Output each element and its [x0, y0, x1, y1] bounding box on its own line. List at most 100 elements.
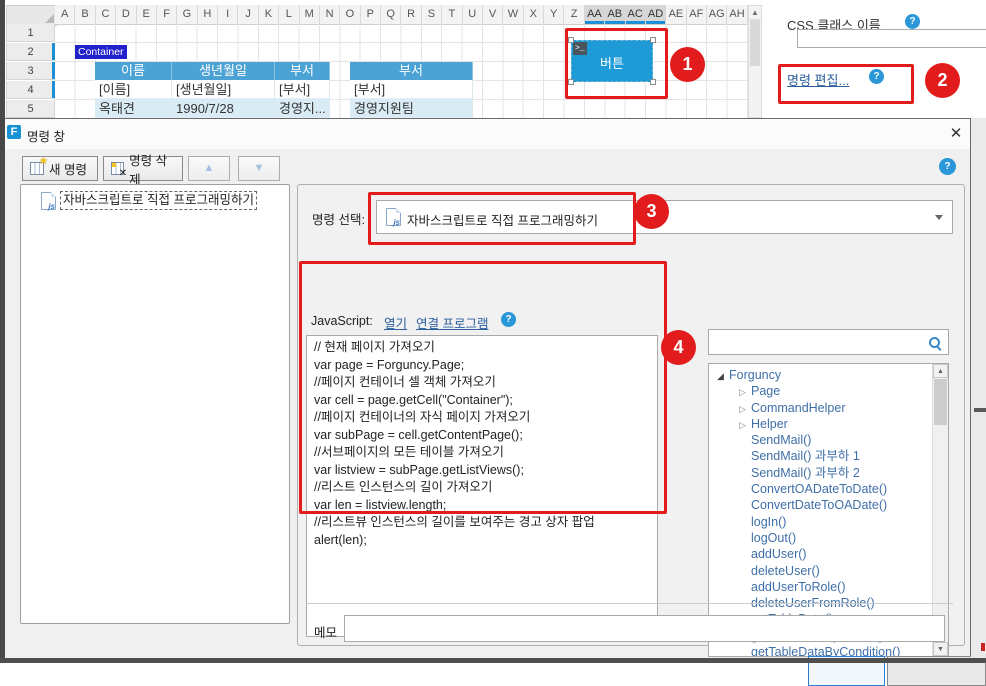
- tree-item[interactable]: ▷Page: [709, 383, 933, 399]
- column-header-G[interactable]: G: [177, 5, 197, 24]
- column-header-C[interactable]: C: [96, 5, 116, 24]
- column-header-M[interactable]: M: [300, 5, 320, 24]
- table1-template-row: [이름][생년월일][부서]: [95, 80, 330, 99]
- tree-item[interactable]: ConvertDateToOADate(): [709, 497, 933, 513]
- column-header-J[interactable]: J: [238, 5, 258, 24]
- container-cell-label: Container: [75, 45, 127, 59]
- annotation-box-2: [778, 64, 914, 104]
- tree-item[interactable]: getTableDataByCondition(): [709, 644, 933, 656]
- row-header-1[interactable]: 1: [6, 24, 55, 42]
- scroll-up-icon[interactable]: ▲: [749, 6, 761, 20]
- delete-command-button[interactable]: ✕ 명령 삭제: [103, 156, 183, 181]
- column-header-I[interactable]: I: [218, 5, 238, 24]
- column-header-W[interactable]: W: [503, 5, 523, 24]
- column-header-H[interactable]: H: [198, 5, 218, 24]
- column-header-AG[interactable]: AG: [707, 5, 727, 24]
- tree-item[interactable]: ▷Helper: [709, 416, 933, 432]
- background-right-strip: [971, 118, 986, 663]
- column-header-AA[interactable]: AA: [585, 5, 605, 24]
- column-header-U[interactable]: U: [463, 5, 483, 24]
- api-tree-content: ◢Forguncy▷Page▷CommandHelper▷HelperSendM…: [709, 367, 933, 656]
- api-tree-scrollbar[interactable]: ▲ ▼: [932, 364, 948, 656]
- chevron-down-icon: [935, 215, 943, 220]
- listview-table-1[interactable]: 이름생년월일부서 [이름][생년월일][부서] 옥태견1990/7/28경영지.…: [95, 62, 330, 118]
- listview-table-2[interactable]: 부서 [부서] 경영지원팀: [350, 62, 473, 118]
- scroll-thumb[interactable]: [934, 379, 947, 425]
- tree-collapse-icon[interactable]: ◢: [717, 368, 729, 384]
- tree-item[interactable]: SendMail() 과부하 2: [709, 465, 933, 481]
- column-header-V[interactable]: V: [483, 5, 503, 24]
- tree-expand-icon[interactable]: ▷: [739, 417, 751, 433]
- tree-item[interactable]: SendMail() 과부하 1: [709, 448, 933, 464]
- scroll-up-icon[interactable]: ▲: [933, 364, 948, 378]
- column-header-S[interactable]: S: [422, 5, 442, 24]
- css-class-help-icon[interactable]: ?: [905, 14, 920, 29]
- tree-item[interactable]: ▷CommandHelper: [709, 400, 933, 416]
- row-header-3[interactable]: 3: [6, 62, 55, 80]
- column-header-F[interactable]: F: [157, 5, 177, 24]
- column-header-O[interactable]: O: [340, 5, 360, 24]
- table-cell: 경영지...: [275, 99, 330, 118]
- row-header-5[interactable]: 5: [6, 100, 55, 118]
- dialog-titlebar[interactable]: F 명령 창 ✕: [0, 119, 970, 149]
- tree-item[interactable]: deleteUser(): [709, 563, 933, 579]
- column-header-K[interactable]: K: [259, 5, 279, 24]
- memo-input[interactable]: [344, 615, 945, 642]
- scroll-thumb[interactable]: [750, 20, 760, 66]
- column-header-Y[interactable]: Y: [544, 5, 564, 24]
- column-header-N[interactable]: N: [320, 5, 340, 24]
- dialog-help-icon[interactable]: ?: [939, 158, 956, 175]
- tree-expand-icon[interactable]: ▷: [739, 401, 751, 417]
- tree-item[interactable]: addUserToRole(): [709, 579, 933, 595]
- column-header-AE[interactable]: AE: [666, 5, 686, 24]
- table2-data-row: 경영지원팀: [350, 99, 473, 118]
- tree-item[interactable]: SendMail(): [709, 432, 933, 448]
- select-all-corner[interactable]: [6, 5, 57, 26]
- column-header-AF[interactable]: AF: [687, 5, 707, 24]
- css-class-input[interactable]: [797, 29, 986, 48]
- column-header-AH[interactable]: AH: [727, 5, 747, 24]
- window-left-edge: [0, 0, 5, 663]
- tree-item[interactable]: addUser(): [709, 546, 933, 562]
- row-header-4[interactable]: 4: [6, 81, 55, 99]
- tree-item-label: addUserToRole(): [751, 580, 845, 594]
- new-command-button[interactable]: ★ 새 명령: [22, 156, 98, 181]
- tree-item[interactable]: logOut(): [709, 530, 933, 546]
- table-header-cell: 생년월일: [172, 62, 275, 80]
- tree-item[interactable]: ◢Forguncy: [709, 367, 933, 383]
- tree-item[interactable]: ConvertOADateToDate(): [709, 481, 933, 497]
- table-header-cell: 부서: [275, 62, 330, 80]
- column-header-AB[interactable]: AB: [605, 5, 625, 24]
- new-command-label: 새 명령: [49, 159, 87, 178]
- api-search-box[interactable]: [708, 329, 949, 355]
- column-header-Z[interactable]: Z: [564, 5, 584, 24]
- sheet-vertical-scrollbar[interactable]: ▲: [748, 5, 762, 118]
- command-list-item[interactable]: 자바스크립트로 직접 프로그래밍하기: [23, 190, 287, 211]
- column-header-B[interactable]: B: [75, 5, 95, 24]
- command-list[interactable]: 자바스크립트로 직접 프로그래밍하기: [20, 184, 290, 624]
- move-up-button[interactable]: ▲: [188, 156, 230, 181]
- table-cell: 1990/7/28: [172, 99, 275, 118]
- annotation-badge-2: 2: [925, 63, 960, 98]
- scroll-down-icon[interactable]: ▼: [933, 642, 948, 656]
- column-header-X[interactable]: X: [524, 5, 544, 24]
- move-down-button[interactable]: ▼: [238, 156, 280, 181]
- column-header-T[interactable]: T: [442, 5, 462, 24]
- column-header-AC[interactable]: AC: [626, 5, 646, 24]
- tree-item[interactable]: logIn(): [709, 514, 933, 530]
- column-header-R[interactable]: R: [401, 5, 421, 24]
- column-header-Q[interactable]: Q: [381, 5, 401, 24]
- tree-item-label: SendMail(): [751, 433, 811, 447]
- column-header-D[interactable]: D: [116, 5, 136, 24]
- table-cell: [부서]: [350, 80, 473, 99]
- column-header-P[interactable]: P: [361, 5, 381, 24]
- column-header-L[interactable]: L: [279, 5, 299, 24]
- row-header-2[interactable]: 2: [6, 43, 55, 61]
- column-header-E[interactable]: E: [137, 5, 157, 24]
- column-header-AD[interactable]: AD: [646, 5, 666, 24]
- tree-item-label: logIn(): [751, 515, 786, 529]
- column-header-A[interactable]: A: [55, 5, 75, 24]
- api-tree[interactable]: ◢Forguncy▷Page▷CommandHelper▷HelperSendM…: [708, 363, 949, 657]
- tree-expand-icon[interactable]: ▷: [739, 384, 751, 400]
- close-icon[interactable]: ✕: [944, 123, 968, 145]
